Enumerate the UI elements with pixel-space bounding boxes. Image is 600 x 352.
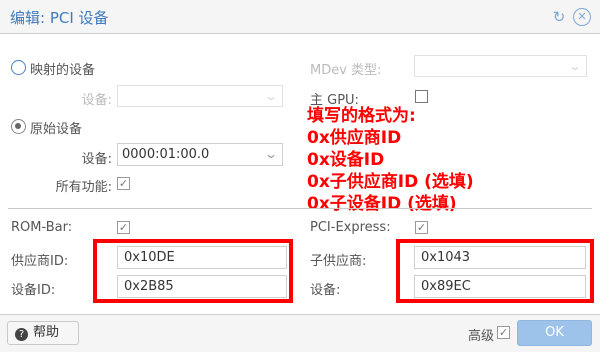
device-id-input[interactable] (117, 275, 287, 298)
help-button-label: 帮助 (33, 325, 60, 340)
annotation-line: 0x供应商ID (307, 128, 402, 148)
vendor-id-input[interactable] (117, 246, 287, 269)
sub-device-field[interactable] (415, 276, 585, 297)
raw-device-select-value: 0000:01:00.0 (122, 147, 210, 162)
mapped-device-select-label: 设备: (81, 93, 112, 108)
chevron-down-icon: ⌄ (567, 59, 583, 73)
annotation-line: 填写的格式为: (307, 106, 416, 126)
rom-bar-label: ROM-Bar: (11, 220, 73, 235)
device-id-field[interactable] (118, 276, 286, 297)
sub-vendor-field[interactable] (415, 247, 585, 268)
help-icon: ? (15, 328, 28, 341)
chevron-down-icon: ⌄ (263, 147, 279, 161)
sub-device-label: 设备: (310, 283, 341, 298)
dialog-titlebar: 编辑: PCI 设备 ↻ ✕ (0, 0, 600, 34)
sub-vendor-label: 子供应商: (310, 254, 367, 269)
section-divider (8, 208, 592, 209)
chevron-down-icon: ⌄ (263, 89, 279, 103)
raw-device-radio[interactable] (11, 119, 26, 134)
mapped-device-select[interactable]: ⌄ (117, 85, 283, 107)
device-id-label: 设备ID: (11, 283, 56, 298)
raw-device-select[interactable]: 0000:01:00.0 ⌄ (117, 143, 283, 166)
rom-bar-checkbox[interactable]: ✓ (117, 221, 130, 234)
mapped-device-label: 映射的设备 (30, 63, 96, 78)
help-button[interactable]: ? 帮助 (7, 321, 79, 345)
mdev-type-label: MDev 类型: (310, 63, 382, 78)
reset-icon[interactable]: ↻ (550, 8, 568, 26)
sub-vendor-input[interactable] (414, 246, 586, 269)
annotation-line: 0x设备ID (307, 150, 385, 170)
vendor-id-field[interactable] (118, 247, 286, 268)
annotation-line: 0x子设备ID (选填) (307, 194, 457, 214)
pci-express-label: PCI-Express: (310, 220, 391, 235)
mapped-device-radio[interactable] (11, 60, 26, 75)
ok-button[interactable]: OK (517, 320, 592, 346)
raw-device-label: 原始设备 (30, 122, 83, 137)
advanced-checkbox[interactable]: ✓ (497, 326, 510, 339)
dialog-footer: ? 帮助 高级 ✓ OK (0, 314, 600, 352)
raw-device-select-label: 设备: (81, 152, 112, 167)
dialog-title: 编辑: PCI 设备 (10, 9, 109, 27)
annotation-line: 0x子供应商ID (选填) (307, 172, 474, 192)
all-functions-checkbox[interactable]: ✓ (117, 177, 130, 190)
advanced-label: 高级 (468, 329, 495, 344)
format-annotation: 填写的格式为: 0x供应商ID 0x设备ID 0x子供应商ID (选填) 0x子… (307, 105, 474, 215)
mdev-type-select[interactable]: ⌄ (414, 55, 587, 77)
vendor-id-label: 供应商ID: (11, 254, 69, 269)
sub-device-input[interactable] (414, 275, 586, 298)
close-icon[interactable]: ✕ (573, 8, 591, 26)
pci-express-checkbox[interactable]: ✓ (415, 221, 428, 234)
primary-gpu-checkbox[interactable] (415, 90, 428, 103)
all-functions-label: 所有功能: (55, 180, 112, 195)
